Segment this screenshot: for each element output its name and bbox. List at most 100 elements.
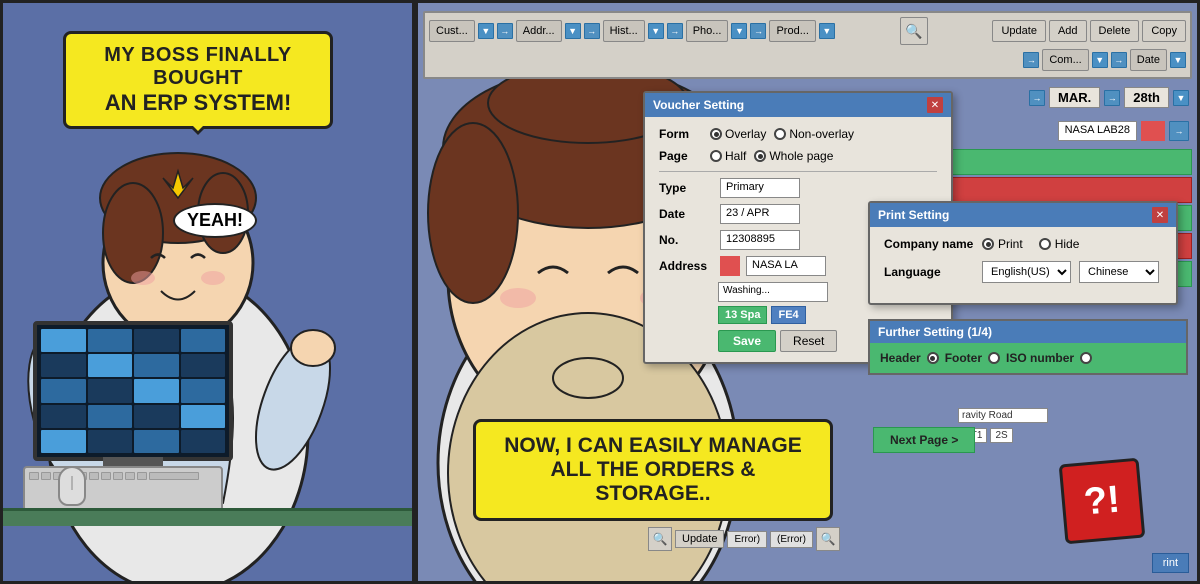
nasa-input[interactable]: NASA LAB28 [1058, 121, 1137, 141]
arrow-prod2[interactable]: ▼ [819, 23, 835, 39]
further-setting: Further Setting (1/4) Header Footer ISO … [868, 319, 1188, 375]
tab-date[interactable]: Date [1130, 49, 1167, 71]
save-button[interactable]: Save [718, 330, 776, 352]
form-radio-group: Overlay Non-overlay [710, 127, 854, 141]
arrow-com[interactable]: → [1023, 52, 1039, 68]
tab-com[interactable]: Com... [1042, 49, 1088, 71]
next-page-button[interactable]: Next Page > [873, 427, 975, 453]
print-option[interactable]: Print [982, 237, 1023, 251]
arrow-prod[interactable]: → [750, 23, 766, 39]
gravity-road-text: ravity Road [958, 408, 1048, 423]
search-button[interactable]: 🔍 [900, 17, 928, 45]
arrow-hist[interactable]: → [584, 23, 600, 39]
left-panel: MY BOSS FINALLY BOUGHT AN ERP SYSTEM! [0, 0, 415, 584]
arrow-nasa[interactable]: → [1169, 121, 1189, 141]
delete-button[interactable]: Delete [1090, 20, 1140, 42]
print-title-bar: Print Setting ✕ [870, 203, 1176, 227]
right-bubble-line1: NOW, I CAN EASILY MANAGE [492, 434, 814, 458]
arrow-pho[interactable]: → [667, 23, 683, 39]
no-input[interactable]: 12308895 [720, 230, 800, 250]
arrow-addr[interactable]: → [497, 23, 513, 39]
whole-page-option[interactable]: Whole page [754, 149, 833, 163]
date-input[interactable]: 23 / APR [720, 204, 800, 224]
bottom-search-icon[interactable]: 🔍 [648, 527, 672, 551]
tab-prod[interactable]: Prod... [769, 20, 815, 42]
address-accent [720, 256, 740, 276]
bubble-line2: AN ERP SYSTEM! [82, 90, 314, 116]
half-option[interactable]: Half [710, 149, 746, 163]
day-display: 28th [1124, 87, 1169, 108]
error-btn-2[interactable]: (Error) [770, 531, 813, 548]
arrow-cust[interactable]: ▼ [478, 23, 494, 39]
error-btn-1[interactable]: Error) [727, 531, 767, 548]
reset-button[interactable]: Reset [780, 330, 837, 352]
footer-radio[interactable] [988, 352, 1000, 364]
desk [3, 508, 415, 526]
iso-radio[interactable] [1080, 352, 1092, 364]
voucher-close-button[interactable]: ✕ [927, 97, 943, 113]
location-input[interactable]: Washing... [718, 282, 828, 302]
half-radio[interactable] [710, 150, 722, 162]
overlay-label: Overlay [725, 127, 766, 141]
toolbar-row-1: Cust... ▼ → Addr... ▼ → Hist... ▼ → Pho.… [429, 17, 1186, 45]
header-label: Header [880, 351, 921, 365]
hide-option[interactable]: Hide [1039, 237, 1080, 251]
company-name-label: Company name [884, 237, 974, 251]
bottom-search-icon-2[interactable]: 🔍 [816, 527, 840, 551]
bottom-search: 🔍 Update Error) (Error) 🔍 [648, 527, 840, 551]
print-label-text: Print [998, 237, 1023, 251]
arrow-date2[interactable]: ▼ [1170, 52, 1186, 68]
print-dialog: Print Setting ✕ Company name Print Hide [868, 201, 1178, 305]
whole-page-label: Whole page [769, 149, 833, 163]
address-label: Address [659, 259, 714, 273]
whole-page-radio[interactable] [754, 150, 766, 162]
mouse [58, 466, 86, 506]
company-name-row: Company name Print Hide [884, 237, 1162, 251]
nasa-accent [1141, 121, 1165, 141]
print-content: Company name Print Hide Language English… [870, 227, 1176, 303]
type-input[interactable]: Primary [720, 178, 800, 198]
arrow-addr2[interactable]: ▼ [565, 23, 581, 39]
tab-addr[interactable]: Addr... [516, 20, 562, 42]
arrow-day-down[interactable]: ▼ [1173, 90, 1189, 106]
print-close-button[interactable]: ✕ [1152, 207, 1168, 223]
overlay-radio[interactable] [710, 128, 722, 140]
arrow-hist2[interactable]: ▼ [648, 23, 664, 39]
arrow-date[interactable]: → [1111, 52, 1127, 68]
overlay-option[interactable]: Overlay [710, 127, 766, 141]
date-label: Date [659, 207, 714, 221]
type-label: Type [659, 181, 714, 195]
arrow-march[interactable]: → [1029, 90, 1045, 106]
num25-box: 2S [990, 428, 1012, 443]
header-radio[interactable] [927, 352, 939, 364]
right-panel: Cust... ▼ → Addr... ▼ → Hist... ▼ → Pho.… [415, 0, 1200, 584]
language-select-2[interactable]: Chinese [1079, 261, 1159, 283]
tab-hist[interactable]: Hist... [603, 20, 645, 42]
divider [659, 171, 937, 172]
add-button[interactable]: Add [1049, 20, 1087, 42]
exclamation-box: ?! [1059, 458, 1146, 545]
hide-radio[interactable] [1039, 238, 1051, 250]
address-input[interactable]: NASA LA [746, 256, 826, 276]
further-title: Further Setting (1/4) [870, 321, 1186, 343]
non-overlay-option[interactable]: Non-overlay [774, 127, 854, 141]
print-radio[interactable] [982, 238, 994, 250]
language-select-1[interactable]: English(US) [982, 261, 1071, 283]
speech-bubble-right: NOW, I CAN EASILY MANAGE ALL THE ORDERS … [473, 419, 833, 521]
bubble-line1: MY BOSS FINALLY BOUGHT [82, 44, 314, 90]
update-button[interactable]: Update [992, 20, 1045, 42]
arrow-com2[interactable]: ▼ [1092, 52, 1108, 68]
half-label: Half [725, 149, 746, 163]
arrow-pho2[interactable]: ▼ [731, 23, 747, 39]
page-label: Page [659, 149, 704, 163]
non-overlay-radio[interactable] [774, 128, 786, 140]
tab-cust[interactable]: Cust... [429, 20, 475, 42]
copy-button[interactable]: Copy [1142, 20, 1186, 42]
bottom-update-button[interactable]: Update [675, 530, 724, 548]
non-overlay-label: Non-overlay [789, 127, 854, 141]
arrow-28[interactable]: → [1104, 90, 1120, 106]
print-button[interactable]: rint [1152, 553, 1189, 573]
voucher-title: Voucher Setting [653, 98, 744, 112]
count-1: 13 Spa [718, 306, 767, 324]
tab-pho[interactable]: Pho... [686, 20, 729, 42]
